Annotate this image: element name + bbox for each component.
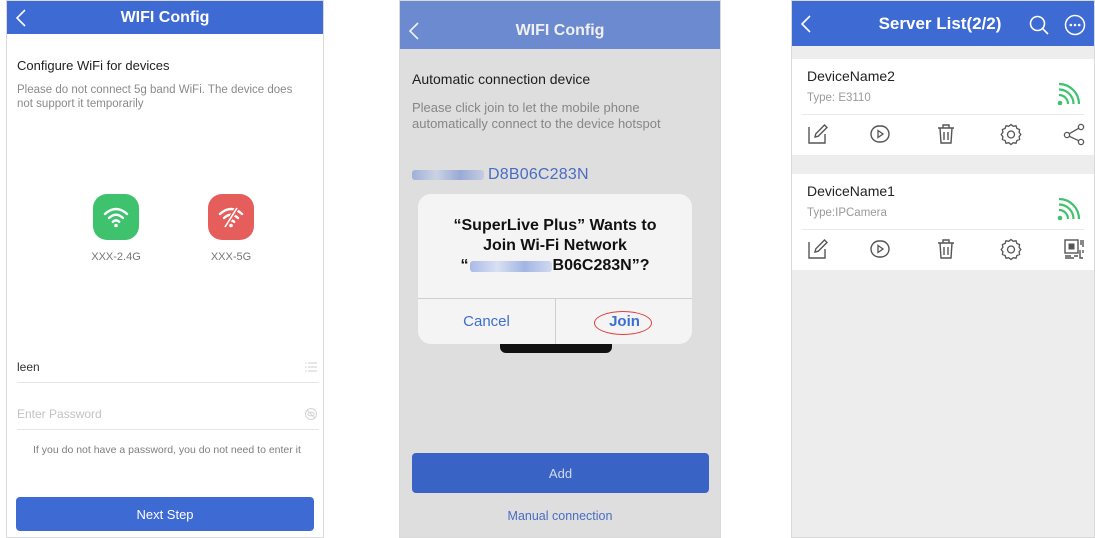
ssid-value: leen xyxy=(17,359,40,374)
device-card[interactable]: DeviceName2 Type: E3110 xyxy=(792,59,1094,155)
device-actions xyxy=(792,119,1094,151)
wifi-config-screen: WIFI Config Configure WiFi for devices P… xyxy=(6,0,324,538)
page-title: Server List(2/2) xyxy=(878,13,1002,33)
eye-hidden-icon[interactable] xyxy=(303,406,319,422)
more-icon[interactable] xyxy=(1064,14,1086,36)
page-title: WIFI Config xyxy=(120,8,210,26)
divider xyxy=(802,114,1084,115)
device-type: Type:IPCamera xyxy=(807,207,887,219)
highlight-circle xyxy=(594,311,652,335)
wifi-off-icon xyxy=(208,194,254,240)
device-name: DeviceName1 xyxy=(807,183,895,199)
alert-line-1: “SuperLive Plus” Wants to xyxy=(453,217,657,234)
alert-message: “SuperLive Plus” Wants to Join Wi-Fi Net… xyxy=(418,216,692,276)
password-note: If you do not have a password, you do no… xyxy=(33,444,301,456)
wifi-option-label: XXX-2.4G xyxy=(91,251,141,263)
signal-icon xyxy=(1057,82,1081,106)
wifi-option-label: XXX-5G xyxy=(210,251,252,263)
password-field[interactable]: Enter Password xyxy=(17,398,319,430)
alert-quote: “ xyxy=(460,257,469,274)
back-icon[interactable] xyxy=(11,7,33,29)
play-icon[interactable] xyxy=(868,237,892,261)
trash-icon[interactable] xyxy=(934,237,958,261)
play-icon[interactable] xyxy=(868,122,892,146)
redacted-text xyxy=(469,260,552,272)
title-bar: WIFI Config xyxy=(7,1,323,34)
device-name: DeviceName2 xyxy=(807,68,895,84)
edit-icon[interactable] xyxy=(806,237,830,261)
back-icon[interactable] xyxy=(796,13,818,35)
join-wifi-alert: “SuperLive Plus” Wants to Join Wi-Fi Net… xyxy=(418,194,692,344)
wifi-option-5g[interactable]: XXX-5G xyxy=(191,194,271,263)
hint-text: Please do not connect 5g band WiFi. The … xyxy=(17,84,293,110)
wifi-icon xyxy=(93,194,139,240)
wifi-option-2-4g[interactable]: XXX-2.4G xyxy=(76,194,156,263)
section-heading: Configure WiFi for devices xyxy=(17,58,170,73)
signal-icon xyxy=(1057,197,1081,221)
share-icon[interactable] xyxy=(1062,122,1086,146)
password-placeholder: Enter Password xyxy=(17,406,102,421)
divider xyxy=(802,229,1084,230)
title-bar: Server List(2/2) xyxy=(792,1,1094,46)
qr-code-icon[interactable] xyxy=(1062,237,1086,261)
server-list-screen: Server List(2/2) DeviceName2 Type: E3110 xyxy=(791,0,1095,538)
settings-icon[interactable] xyxy=(999,122,1023,146)
settings-icon[interactable] xyxy=(999,237,1023,261)
edit-icon[interactable] xyxy=(806,122,830,146)
next-step-button[interactable]: Next Step xyxy=(16,497,314,531)
device-type: Type: E3110 xyxy=(807,92,871,104)
auto-connect-screen: WIFI Config Automatic connection device … xyxy=(399,0,721,538)
list-icon[interactable] xyxy=(303,359,319,375)
device-card[interactable]: DeviceName1 Type:IPCamera xyxy=(792,174,1094,270)
cancel-button[interactable]: Cancel xyxy=(418,299,555,344)
alert-network-name: B06C283N”? xyxy=(552,257,650,274)
device-actions xyxy=(792,234,1094,266)
alert-line-2: Join Wi-Fi Network xyxy=(483,237,627,254)
trash-icon[interactable] xyxy=(934,122,958,146)
alert-line-3: “ B06C283N”? xyxy=(418,256,692,276)
search-icon[interactable] xyxy=(1028,14,1050,36)
ssid-field[interactable]: leen xyxy=(17,351,319,383)
